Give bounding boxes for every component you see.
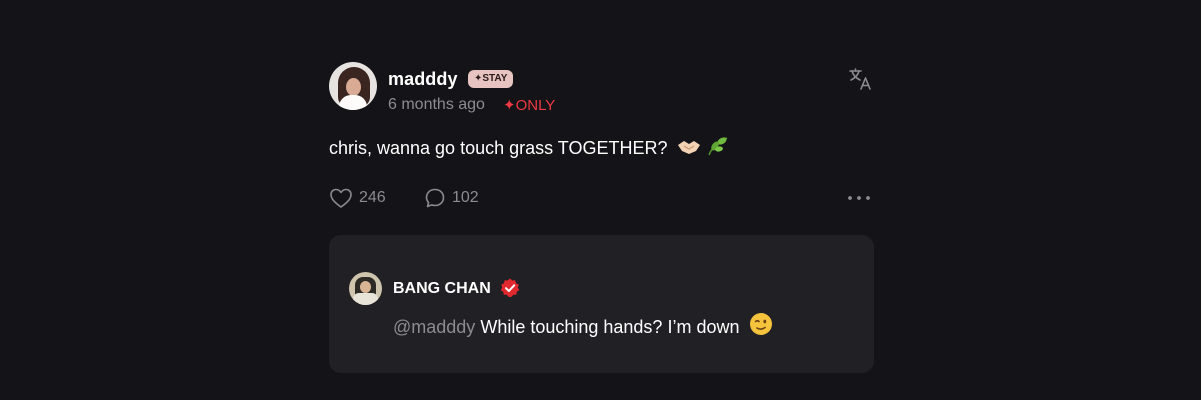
stay-badge: ✦STAY — [468, 70, 514, 88]
comment-count: 102 — [452, 189, 479, 206]
handshake-emoji — [677, 137, 701, 162]
comment-icon — [425, 188, 445, 208]
heart-icon — [330, 188, 352, 208]
username[interactable]: madddy — [388, 69, 458, 90]
herb-emoji — [706, 135, 730, 162]
post-message-text: chris, wanna go touch grass TOGETHER? — [329, 138, 668, 158]
winking-face-emoji — [749, 312, 773, 341]
reply-avatar[interactable] — [349, 272, 382, 305]
reply-message: While touching hands? I’m down — [480, 317, 740, 337]
post-message: chris, wanna go touch grass TOGETHER? — [329, 135, 730, 162]
avatar[interactable] — [329, 62, 377, 110]
reply-author-name[interactable]: BANG CHAN — [393, 280, 491, 298]
reply-text: @madddy While touching hands? I’m down — [393, 312, 773, 341]
like-button[interactable]: 246 — [329, 186, 386, 210]
post: madddy ✦STAY 6 months ago ✦ONLY chris, w… — [329, 62, 874, 382]
reply-card: BANG CHAN @madddy While touching hands? … — [329, 235, 874, 373]
post-actions: 246 102 — [329, 186, 874, 210]
more-dots-icon[interactable] — [846, 191, 872, 205]
verified-icon — [499, 277, 521, 299]
post-timestamp: 6 months ago — [388, 96, 485, 113]
comment-button[interactable]: 102 — [424, 186, 479, 210]
only-tag: ✦ONLY — [503, 97, 556, 114]
translate-icon[interactable] — [848, 67, 872, 91]
reply-mention[interactable]: @madddy — [393, 317, 475, 337]
like-count: 246 — [359, 189, 386, 206]
